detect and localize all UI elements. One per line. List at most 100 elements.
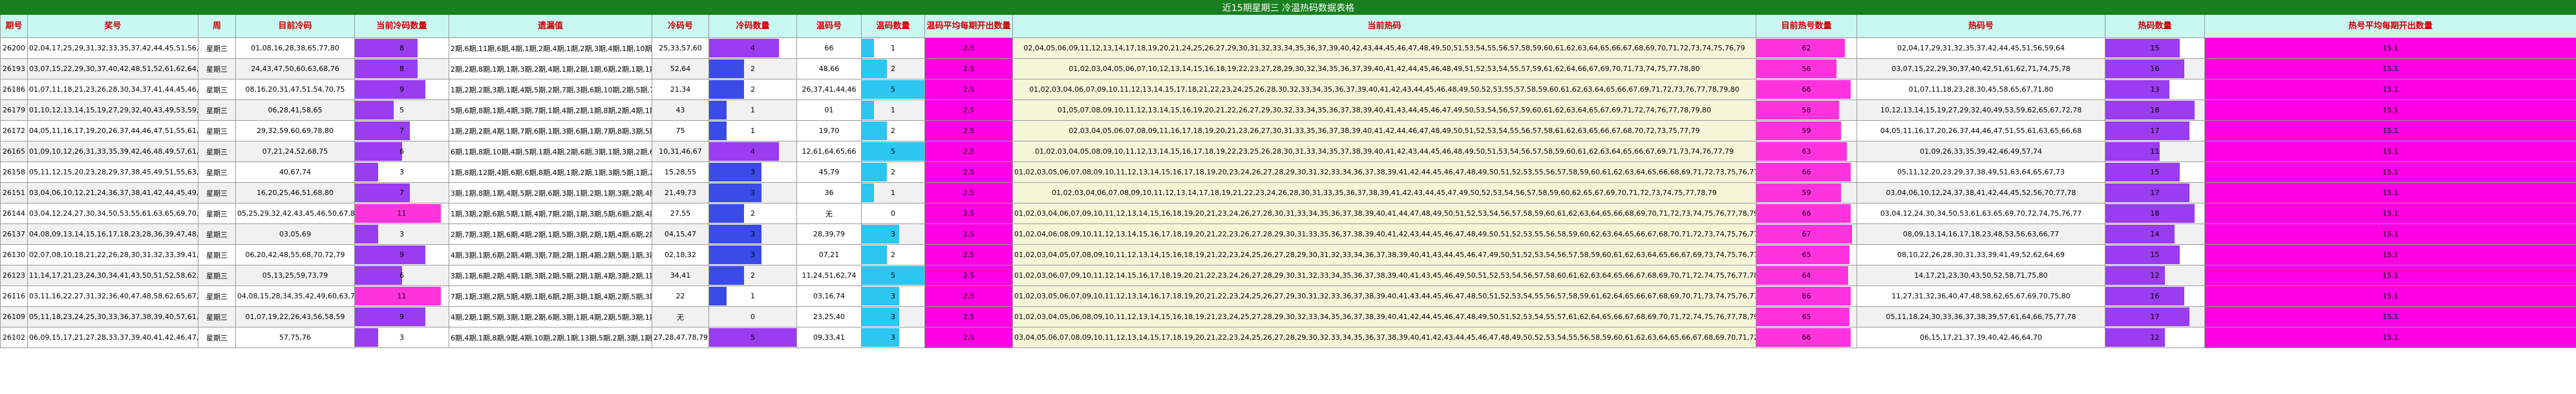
issue-cell: 26130 <box>0 244 28 265</box>
hot-average-cell: 15.1 <box>2204 141 2576 162</box>
warm-numbers-cell: 07,21 <box>796 244 862 265</box>
cold-numbers-cell: 22 <box>652 285 709 307</box>
warm-numbers-cell: 36 <box>796 182 862 203</box>
warm-count-bar: 3 <box>861 306 925 327</box>
table-row: 26137 04,08,09,13,14,15,16,17,18,23,28,36… <box>0 223 2576 245</box>
warm-count-bar: 1 <box>861 37 925 59</box>
table-row: 26109 05,11,18,23,24,25,30,33,36,37,38,39… <box>0 306 2576 327</box>
column-header: 目前热号数量 <box>1756 14 1857 38</box>
count-bar-fill <box>862 245 887 264</box>
cold-number-count-bar: 3 <box>708 223 797 245</box>
count-bar-fill <box>1756 39 1846 57</box>
hot-average-cell: 15.1 <box>2204 79 2576 100</box>
hot-numbers-cell: 04,05,11,16,17,20,26,37,44,46,47,51,55,6… <box>1857 120 2105 141</box>
current-hot-cell: 01,02,03,06,07,09,10,11,12,14,15,16,17,1… <box>1012 265 1756 286</box>
draw-numbers-cell: 02,07,08,10,18,21,22,26,28,30,31,32,33,3… <box>27 244 198 265</box>
hot-number-count-bar: 11 <box>2105 141 2205 162</box>
hot-number-count-bar: 12 <box>2105 265 2205 286</box>
count-bar-fill <box>1756 121 1841 140</box>
count-value: 6 <box>399 271 404 280</box>
issue-cell: 26200 <box>0 37 28 59</box>
hot-number-count-bar: 15 <box>2105 37 2205 59</box>
cold-number-count-bar: 5 <box>708 327 797 348</box>
table-row: 26102 06,09,15,17,21,27,28,33,37,39,40,41… <box>0 327 2576 348</box>
cold-number-count-bar: 3 <box>708 161 797 183</box>
warm-count-bar: 5 <box>861 79 925 100</box>
count-bar-fill <box>355 307 425 326</box>
draw-numbers-cell: 01,07,11,18,21,23,26,28,30,34,37,41,44,4… <box>27 79 198 100</box>
column-header: 期号 <box>0 14 28 38</box>
issue-cell: 26151 <box>0 182 28 203</box>
warm-average-cell: 2.5 <box>924 182 1013 203</box>
cold-count-bar: 9 <box>354 306 449 327</box>
count-value: 17 <box>2150 313 2160 321</box>
cold-numbers-cell: 25,33,57,60 <box>652 37 709 59</box>
count-value: 16 <box>2150 65 2160 73</box>
table-row: 26158 05,11,12,15,20,23,28,29,37,38,45,49… <box>0 161 2576 183</box>
issue-cell: 26158 <box>0 161 28 183</box>
count-value: 3 <box>750 189 755 197</box>
hot-average-cell: 15.1 <box>2204 244 2576 265</box>
cold-number-count-bar: 1 <box>708 120 797 141</box>
column-header: 热码数量 <box>2105 14 2205 38</box>
cold-number-count-bar: 1 <box>708 99 797 121</box>
current-hot-cell: 01,02,03,04,05,08,09,10,11,12,13,14,15,1… <box>1012 141 1756 162</box>
table-row: 26193 03,07,15,22,29,30,37,40,42,48,51,52… <box>0 58 2576 79</box>
miss-values-cell: 3期,1期,8期,1期,4期,5期,2期,6期,3期,1期,2期,1期,3期,2… <box>449 182 652 203</box>
count-bar-fill <box>2105 183 2190 202</box>
current-cold-cell: 05,13,25,59,73,79 <box>235 265 355 286</box>
count-value: 2 <box>750 85 755 94</box>
count-bar-fill <box>355 80 425 99</box>
count-bar-fill <box>355 59 418 78</box>
cold-warm-hot-table: 近15期星期三 冷温热码数据表格 期号 奖号周目前冷码 当前冷码数量 遗漏值 冷码号 冷码… <box>0 0 2576 348</box>
warm-numbers-cell: 48,66 <box>796 58 862 79</box>
warm-numbers-cell: 28,39,79 <box>796 223 862 245</box>
header-row: 期号 奖号周目前冷码 当前冷码数量 遗漏值 冷码号 冷码数量 温码号 温码数量 温码平均每期开出… <box>0 14 2576 38</box>
column-header: 热码号 <box>1857 14 2105 38</box>
column-header: 遗漏值 <box>449 14 652 38</box>
current-cold-cell: 29,32,59,60,69,78,80 <box>235 120 355 141</box>
table-row: 26144 03,04,12,24,27,30,34,50,53,55,61,63… <box>0 203 2576 224</box>
current-cold-cell: 07,21,24,52,68,75 <box>235 141 355 162</box>
count-value: 63 <box>1802 147 1811 156</box>
hot-number-count-bar: 12 <box>2105 327 2205 348</box>
issue-cell: 26102 <box>0 327 28 348</box>
count-bar-fill <box>862 163 887 181</box>
hot-average-cell: 15.1 <box>2204 182 2576 203</box>
current-hot-cell: 02,04,05,06,09,11,12,13,14,17,18,19,20,2… <box>1012 37 1756 59</box>
issue-cell: 26165 <box>0 141 28 162</box>
count-bar-fill <box>862 101 875 119</box>
hot-average-cell: 15.1 <box>2204 37 2576 59</box>
draw-numbers-cell: 03,07,15,22,29,30,37,40,42,48,51,52,61,6… <box>27 58 198 79</box>
miss-values-cell: 4期,2期,1期,5期,3期,1期,2期,6期,3期,1期,4期,2期,5期,3… <box>449 306 652 327</box>
hot-numbers-cell: 03,07,15,22,29,30,37,40,42,51,61,62,71,7… <box>1857 58 2105 79</box>
current-cold-cell: 57,75,76 <box>235 327 355 348</box>
count-value: 1 <box>750 127 755 135</box>
warm-average-cell: 2.5 <box>924 306 1013 327</box>
cold-count-bar: 3 <box>354 327 449 348</box>
count-value: 15 <box>2150 168 2160 176</box>
weekday-cell: 星期三 <box>198 79 236 100</box>
count-value: 15 <box>2150 251 2160 259</box>
cold-numbers-cell: 21,34 <box>652 79 709 100</box>
current-hot-cell: 01,02,03,04,06,07,09,10,11,12,13,14,15,1… <box>1012 79 1756 100</box>
cold-count-bar: 11 <box>354 285 449 307</box>
cold-count-bar: 8 <box>354 58 449 79</box>
count-value: 5 <box>750 333 755 342</box>
count-value: 1 <box>891 106 895 114</box>
column-header: 奖号 <box>27 14 198 38</box>
cold-numbers-cell: 04,15,47 <box>652 223 709 245</box>
weekday-cell: 星期三 <box>198 141 236 162</box>
count-value: 67 <box>1802 230 1811 238</box>
hot-number-count-bar: 16 <box>2105 58 2205 79</box>
hot-average-cell: 15.1 <box>2204 306 2576 327</box>
count-bar-fill <box>2105 245 2180 264</box>
draw-numbers-cell: 05,11,12,15,20,23,28,29,37,38,45,49,51,5… <box>27 161 198 183</box>
count-bar-fill <box>355 163 379 181</box>
table-body: 26200 02,04,17,25,29,31,32,33,35,37,42,44… <box>0 37 2576 348</box>
hot-count-bar: 59 <box>1756 182 1857 203</box>
hot-number-count-bar: 17 <box>2105 306 2205 327</box>
miss-values-cell: 3期,1期,6期,2期,4期,1期,3期,2期,5期,2期,1期,4期,3期,2… <box>449 265 652 286</box>
draw-numbers-cell: 01,09,10,12,26,31,33,35,39,42,46,48,49,5… <box>27 141 198 162</box>
draw-numbers-cell: 04,08,09,13,14,15,16,17,18,23,28,36,39,4… <box>27 223 198 245</box>
